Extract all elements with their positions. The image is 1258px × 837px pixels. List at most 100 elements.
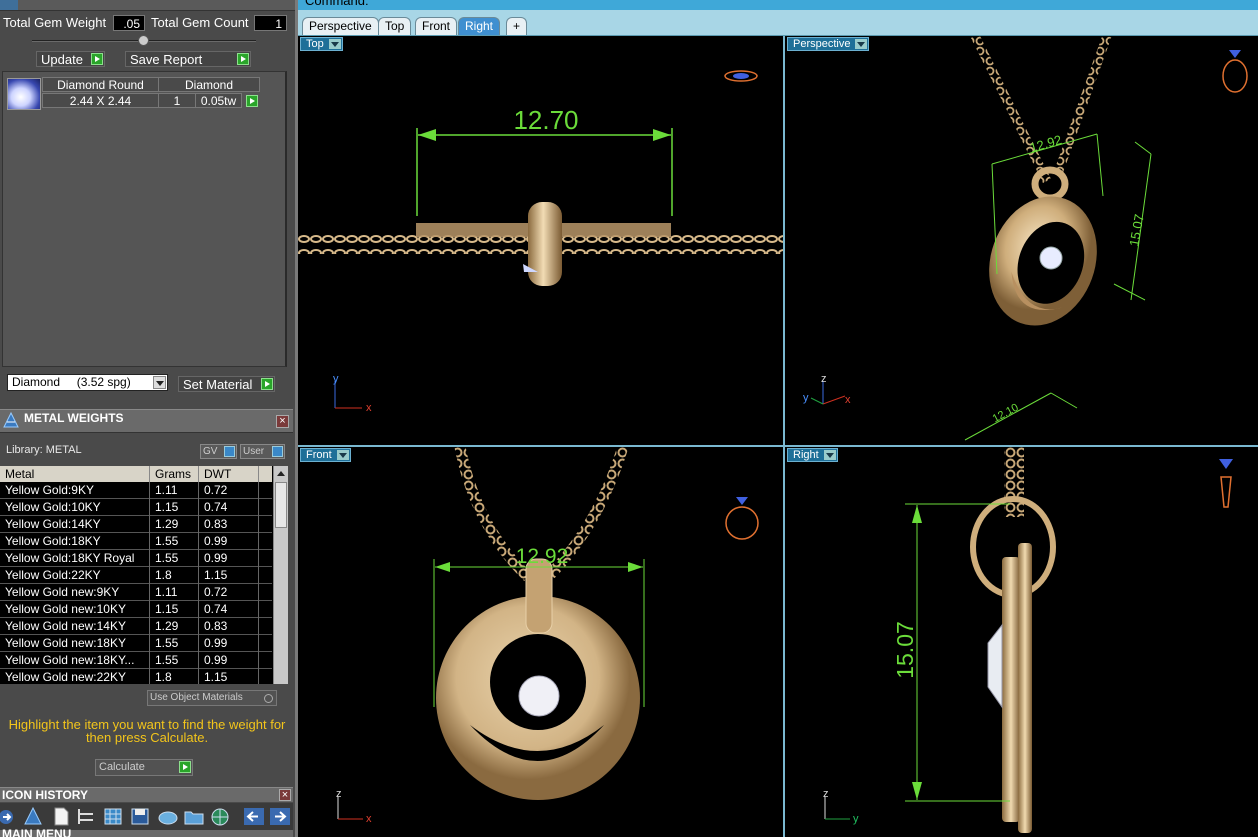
tab-add[interactable]: +: [506, 17, 528, 35]
icon-history-toolbar: [0, 803, 293, 830]
total-gem-count-field[interactable]: 1: [254, 15, 287, 31]
arrow-icon[interactable]: [0, 806, 22, 827]
material-select[interactable]: Diamond (3.52 spg): [7, 374, 168, 391]
viewport-perspective-title: Perspective: [793, 38, 851, 50]
viewport-right[interactable]: 15.07 zy Right: [785, 447, 1258, 837]
table-row[interactable]: Yellow Gold new:22KY 1.8 1.15: [0, 669, 272, 684]
dimension-label: 15.07: [892, 621, 918, 679]
viewport-text: z: [821, 373, 827, 385]
column-header-metal[interactable]: Metal: [0, 466, 150, 482]
ring-gizmo-icon[interactable]: [1219, 459, 1233, 508]
forward-icon[interactable]: [269, 806, 291, 827]
cell-grams: 1.11: [150, 584, 199, 601]
save-report-button[interactable]: Save Report: [125, 51, 251, 67]
library-label: Library: METAL: [6, 444, 82, 456]
command-label: Command:: [305, 0, 369, 8]
total-gem-weight-field[interactable]: .05: [113, 15, 145, 31]
table-row[interactable]: Yellow Gold:9KY 1.11 0.72: [0, 482, 272, 499]
tree-icon[interactable]: [76, 806, 98, 827]
tab-perspective[interactable]: Perspective: [302, 17, 379, 35]
chevron-down-icon: [336, 450, 349, 460]
viewport-label-front[interactable]: Front: [300, 448, 351, 462]
scroll-up-icon[interactable]: [275, 467, 287, 480]
gem-list-item[interactable]: Diamond Round Diamond 2.44 X 2.44 1 0.05…: [3, 72, 265, 114]
table-row[interactable]: Yellow Gold:18KY 1.55 0.99: [0, 533, 272, 550]
metal-weights-table: Metal Grams DWT Yellow Gold:9KY 1.11 0.72 Y…: [0, 466, 288, 684]
table-row[interactable]: Yellow Gold new:14KY 1.29 0.83: [0, 618, 272, 635]
table-row[interactable]: Yellow Gold:10KY 1.15 0.74: [0, 499, 272, 516]
tab-front[interactable]: Front: [415, 17, 458, 35]
close-icon[interactable]: ×: [276, 415, 289, 428]
cell-grams: 1.8: [150, 669, 199, 684]
cell-dwt: 1.15: [199, 567, 259, 584]
column-header-grams[interactable]: Grams: [150, 466, 199, 482]
table-header: Metal Grams DWT: [0, 466, 272, 482]
viewport-top-title: Top: [306, 38, 324, 50]
gv-toggle[interactable]: GV: [200, 444, 237, 459]
viewport-perspective[interactable]: 12.92 15.07 12.10 zy x Perspective: [785, 36, 1258, 445]
update-button[interactable]: Update: [36, 51, 105, 67]
gv-label: GV: [203, 446, 218, 457]
app-window: Total Gem Weight .05 Total Gem Count 1 U…: [0, 0, 1258, 837]
tab-top[interactable]: Top: [378, 17, 412, 35]
diamond: [518, 675, 560, 717]
gem-icon[interactable]: [22, 806, 44, 827]
viewport-text: 12.92: [1028, 132, 1063, 155]
table-scrollbar[interactable]: [273, 466, 288, 684]
radio-icon: [264, 694, 273, 703]
viewport-splitter-vertical[interactable]: [783, 36, 785, 837]
bail: [525, 558, 553, 634]
gem-go-button[interactable]: [246, 95, 258, 107]
table-row[interactable]: Yellow Gold new:9KY 1.11 0.72: [0, 584, 272, 601]
globe-icon[interactable]: [209, 806, 231, 827]
close-icon[interactable]: ×: [279, 789, 291, 801]
play-icon: [179, 761, 191, 773]
calculate-hint: Highlight the item you want to find the …: [8, 717, 286, 745]
ring-gizmo-icon[interactable]: [1222, 50, 1248, 93]
toggle-icon: [224, 446, 235, 457]
table-row[interactable]: Yellow Gold:14KY 1.29 0.83: [0, 516, 272, 533]
table-row[interactable]: Yellow Gold new:18KY... 1.55 0.99: [0, 652, 272, 669]
dimension-label: 12.92: [516, 545, 569, 568]
cell-dwt: 0.99: [199, 635, 259, 652]
viewport-top[interactable]: 12.70 yx Top: [298, 36, 783, 445]
viewport-label-perspective[interactable]: Perspective: [787, 37, 870, 51]
calculate-button[interactable]: Calculate: [95, 759, 193, 776]
viewport-label-top[interactable]: Top: [300, 37, 343, 51]
table-row[interactable]: Yellow Gold new:18KY 1.55 0.99: [0, 635, 272, 652]
viewport-front[interactable]: 12.92 zx Front: [298, 447, 783, 837]
table-row[interactable]: Yellow Gold new:10KY 1.15 0.74: [0, 601, 272, 618]
play-icon: [261, 378, 273, 390]
axis-gizmo: zy: [823, 788, 859, 825]
viewport-label-right[interactable]: Right: [787, 448, 838, 462]
cell-dwt: 0.72: [199, 482, 259, 499]
diamond-thumbnail-icon: [7, 78, 41, 110]
chevron-down-icon: [855, 39, 868, 49]
cell-grams: 1.29: [150, 618, 199, 635]
command-bar[interactable]: Command:: [298, 0, 1258, 10]
table-row[interactable]: Yellow Gold:18KY Royal 1.55 0.99: [0, 550, 272, 567]
play-icon: [91, 53, 103, 65]
gem-count: 1: [158, 93, 196, 108]
weight-slider-handle[interactable]: [138, 35, 149, 46]
document-icon[interactable]: [50, 806, 72, 827]
stone-icon[interactable]: [157, 806, 179, 827]
ring-gizmo-icon[interactable]: [724, 70, 758, 82]
cell-grams: 1.15: [150, 499, 199, 516]
viewport-splitter-horizontal[interactable]: [298, 445, 1258, 447]
ring-gizmo-icon[interactable]: [725, 497, 759, 540]
gem-material: Diamond: [158, 77, 260, 92]
back-icon[interactable]: [243, 806, 265, 827]
table-row[interactable]: Yellow Gold:22KY 1.8 1.15: [0, 567, 272, 584]
save-icon[interactable]: [129, 806, 151, 827]
folder-icon[interactable]: [183, 806, 205, 827]
viewport-tab-bar: Perspective Top Front Right +: [298, 10, 1258, 36]
user-toggle[interactable]: User: [240, 444, 285, 459]
use-object-materials-option[interactable]: Use Object Materials: [147, 690, 277, 706]
set-material-button[interactable]: Set Material: [178, 376, 275, 392]
tab-right[interactable]: Right: [458, 17, 501, 35]
scrollbar-thumb[interactable]: [275, 482, 287, 528]
metal-weights-header: METAL WEIGHTS ×: [0, 409, 293, 433]
column-header-dwt[interactable]: DWT: [199, 466, 259, 482]
grid-icon[interactable]: [102, 806, 124, 827]
